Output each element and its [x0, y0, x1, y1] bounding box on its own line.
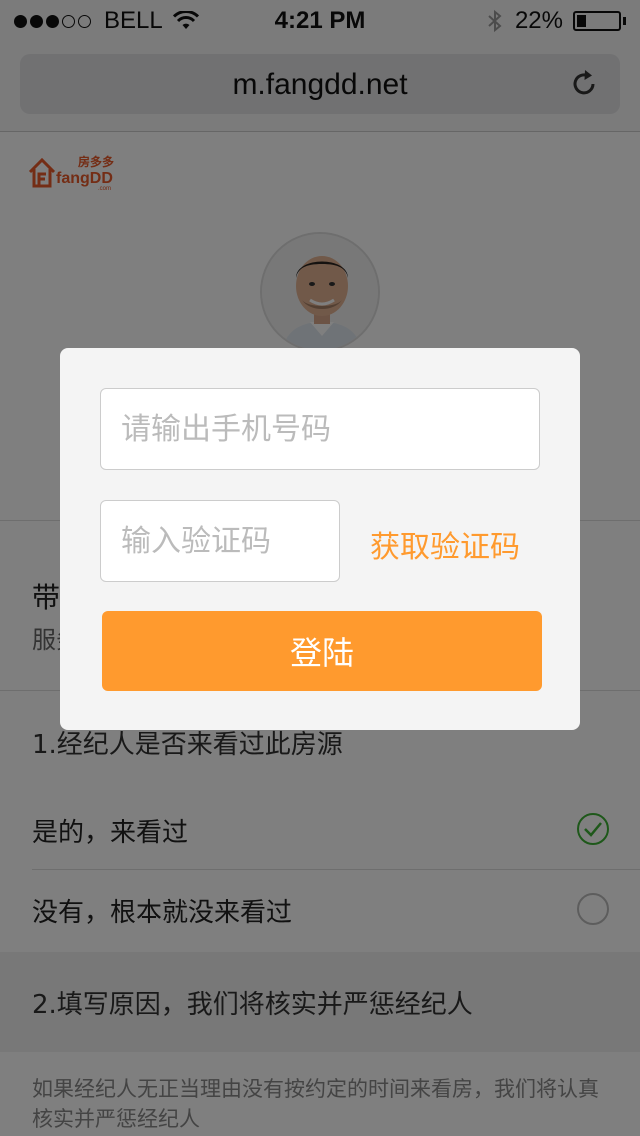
verification-code-input[interactable] [100, 500, 340, 582]
get-code-link[interactable]: 获取验证码 [370, 522, 520, 566]
login-button[interactable]: 登陆 [102, 611, 542, 691]
phone-input[interactable] [100, 388, 540, 470]
login-modal: 获取验证码 登陆 [60, 348, 580, 730]
